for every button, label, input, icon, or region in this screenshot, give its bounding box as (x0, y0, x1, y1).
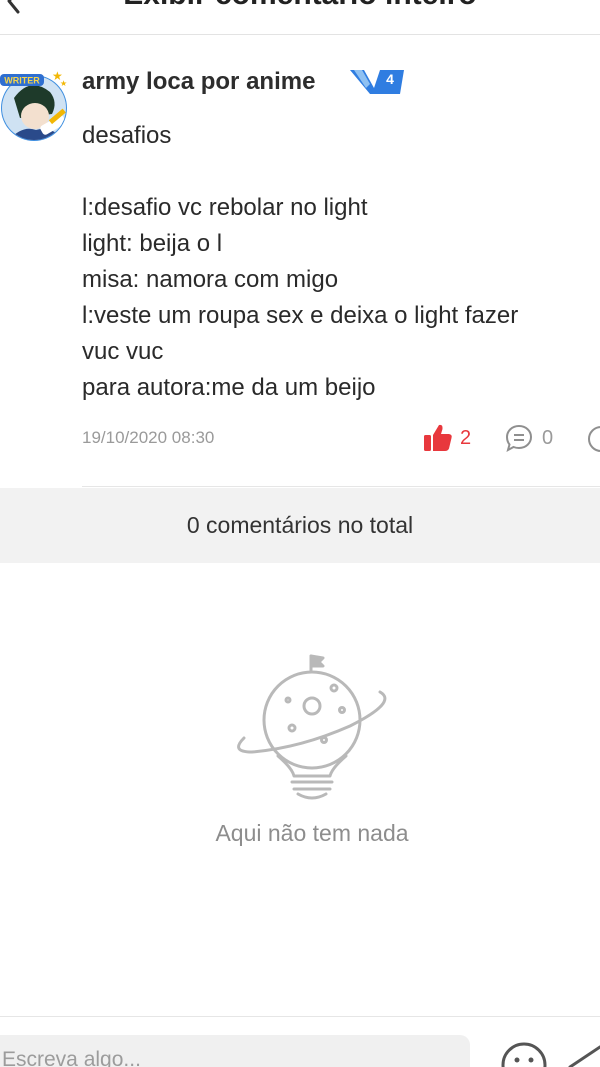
empty-state-label: Aqui não tem nada (215, 820, 409, 846)
comment-line: l:veste um roupa sex e deixa o light faz… (82, 302, 519, 329)
send-icon[interactable] (566, 1039, 600, 1067)
like-button[interactable]: 2 (422, 422, 471, 454)
like-count: 2 (460, 426, 472, 449)
comment-line (82, 154, 592, 190)
top-bar: Exibir comentário inteiro (0, 0, 600, 35)
avatar[interactable]: WRITER ★ ★ (0, 68, 72, 146)
reply-button[interactable]: 0 (504, 422, 553, 454)
comment-line: desafios (82, 122, 172, 149)
reply-count: 0 (542, 426, 554, 449)
comment-input-bar (0, 1016, 600, 1067)
comment-line: light: beija o l (82, 230, 223, 257)
comment-input[interactable] (0, 1047, 444, 1067)
page-title: Exibir comentário inteiro (0, 0, 600, 12)
svg-text:★: ★ (60, 79, 67, 88)
comment-line: l:desafio vc rebolar no light (82, 194, 368, 221)
comment-total-label: 0 comentários no total (186, 512, 414, 538)
comment-bubble-icon (505, 424, 533, 453)
comment-input-box[interactable] (0, 1035, 470, 1067)
comment-line: para autora:me da um beijo (82, 374, 376, 401)
thumbs-up-icon (424, 424, 452, 451)
comment-line: misa: namora com migo (82, 266, 339, 293)
comment-author[interactable]: army loca por anime (82, 68, 315, 96)
comment-timestamp: 19/10/2020 08:30 (82, 428, 215, 447)
svg-text:WRITER: WRITER (4, 76, 40, 86)
more-icon[interactable] (586, 424, 600, 454)
comment-line: vuc vuc (82, 338, 164, 365)
comment-total-bar: 0 comentários no total (0, 488, 600, 563)
planet-lightbulb-icon (237, 654, 387, 800)
divider (82, 486, 600, 487)
emoji-icon[interactable] (500, 1041, 548, 1067)
comment-body: desafios l:desafio vc rebolar no light l… (82, 118, 592, 406)
level-number: 4 (386, 71, 394, 87)
